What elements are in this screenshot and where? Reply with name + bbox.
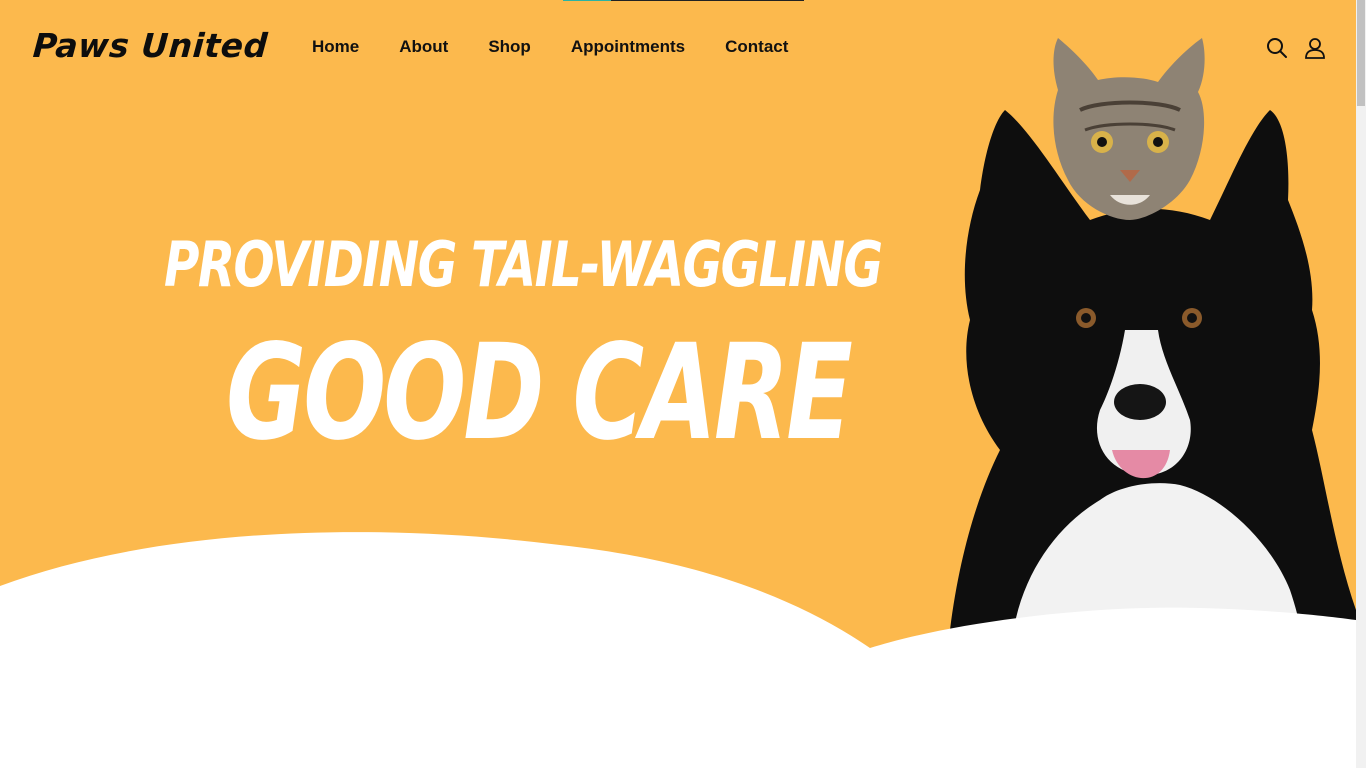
page-scrollbar[interactable] — [1356, 0, 1366, 768]
hero-heading-line1: PROVIDING TAIL-WAGGLING — [164, 228, 883, 301]
user-icon[interactable] — [1304, 37, 1326, 59]
site-logo[interactable]: Paws United — [32, 26, 270, 65]
search-icon[interactable] — [1266, 37, 1288, 59]
nav-item-contact[interactable]: Contact — [725, 37, 788, 57]
scrollbar-thumb[interactable] — [1357, 0, 1365, 106]
hero-heading-line2: GOOD CARE — [226, 316, 853, 470]
main-nav: Home About Shop Appointments Contact — [312, 37, 788, 57]
nav-item-shop[interactable]: Shop — [488, 37, 531, 57]
page: Paws United Home About Shop Appointments… — [0, 0, 1366, 768]
hero-section: Paws United Home About Shop Appointments… — [0, 0, 1356, 768]
nav-item-home[interactable]: Home — [312, 37, 359, 57]
nav-item-appointments[interactable]: Appointments — [571, 37, 685, 57]
header-actions — [1266, 37, 1326, 59]
nav-item-about[interactable]: About — [399, 37, 448, 57]
